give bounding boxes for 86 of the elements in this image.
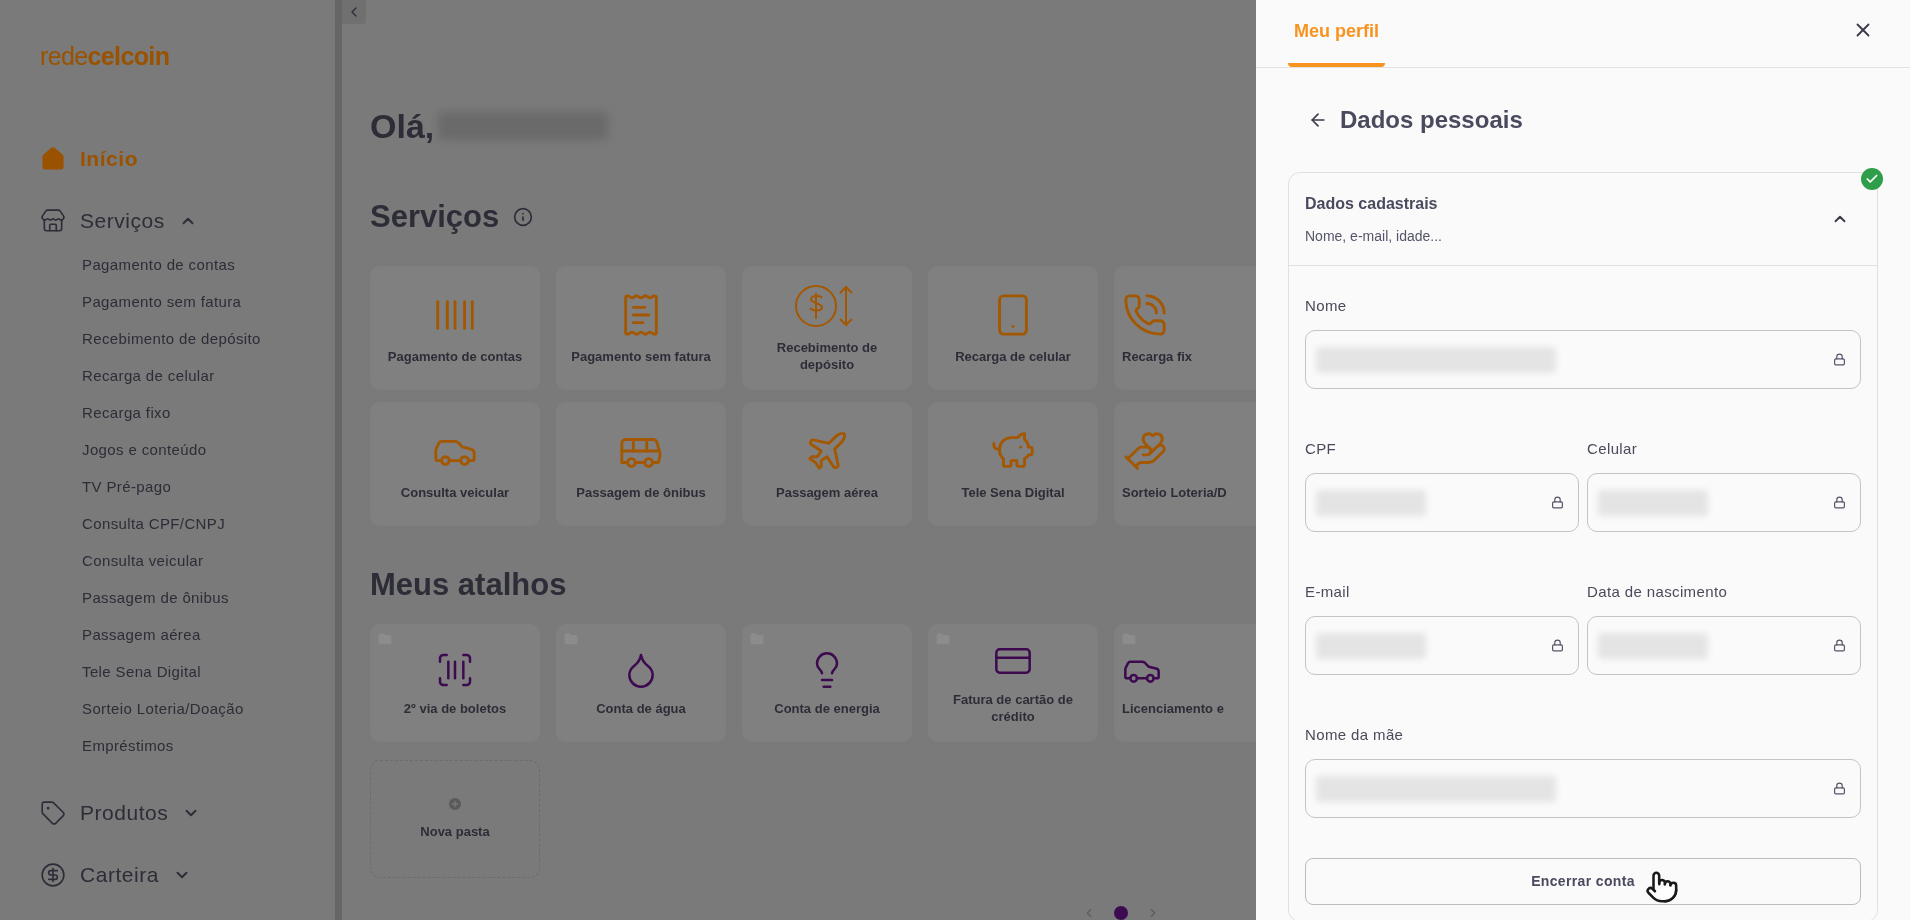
input-field[interactable] xyxy=(1305,759,1861,818)
service-label: Consulta veicular xyxy=(399,483,511,501)
service-label: Recarga de celular xyxy=(954,347,1072,365)
service-card[interactable]: Consulta veicular xyxy=(370,402,540,526)
nav-item[interactable]: Produtos xyxy=(40,793,335,833)
field-label: CPF xyxy=(1305,439,1338,459)
input-field[interactable] xyxy=(1587,616,1861,675)
section-header[interactable]: Dados cadastrais Nome, e-mail, idade... xyxy=(1289,173,1877,266)
shortcut-label: Fatura de cartão de crédito xyxy=(952,691,1074,725)
plus-icon xyxy=(447,796,463,813)
submenu-item[interactable]: Consulta veicular xyxy=(82,543,335,580)
section-title: Serviços xyxy=(370,197,500,236)
lock-icon xyxy=(1551,639,1564,652)
service-label: Passagem de ônibus xyxy=(575,483,707,501)
service-card[interactable]: Fatura de cartão de crédito xyxy=(928,624,1098,742)
field-label: Nome da mãe xyxy=(1305,725,1405,745)
service-card[interactable]: Conta de energia xyxy=(742,624,912,742)
service-card[interactable]: Conta de água xyxy=(556,624,726,742)
submenu-item[interactable]: Jogos e conteúdo xyxy=(82,432,335,469)
input-field[interactable] xyxy=(1305,473,1579,532)
field-label: E-mail xyxy=(1305,582,1351,602)
service-card[interactable]: Pagamento de contas xyxy=(370,266,540,390)
dollar-coin-icon xyxy=(40,862,66,888)
submenu-item[interactable]: Tele Sena Digital xyxy=(82,654,335,691)
submenu-item[interactable]: Recebimento de depósito xyxy=(82,321,335,358)
greeting: Olá, xyxy=(370,105,435,147)
shortcut-label: Licenciamento e xyxy=(1122,699,1224,717)
service-label: Pagamento sem fatura xyxy=(571,347,711,365)
field-label: Celular xyxy=(1587,439,1639,459)
new-folder-label: Nova pasta xyxy=(420,823,490,842)
input-field[interactable] xyxy=(1305,616,1579,675)
service-card[interactable]: Sorteio Loteria/D xyxy=(1114,402,1256,526)
nav-item[interactable]: Serviços xyxy=(40,201,335,241)
submenu-item[interactable]: Passagem aérea xyxy=(82,617,335,654)
tag-icon xyxy=(40,800,66,826)
phone-icon xyxy=(1122,291,1168,338)
submenu-item[interactable]: Recarga de celular xyxy=(82,358,335,395)
service-label: Pagamento de contas xyxy=(386,347,524,365)
logo: redecelcoin xyxy=(40,44,171,69)
nav-item[interactable]: Carteira xyxy=(40,855,335,895)
field-label: Nome xyxy=(1305,296,1348,316)
lock-icon xyxy=(1833,639,1846,652)
shortcut-label: Conta de água xyxy=(595,699,687,717)
input-field[interactable] xyxy=(1587,473,1861,532)
service-card[interactable]: Passagem aérea xyxy=(742,402,912,526)
info-icon xyxy=(513,207,534,227)
submenu-item[interactable]: Consulta CPF/CNPJ xyxy=(82,506,335,543)
lock-icon xyxy=(1833,782,1846,795)
service-card[interactable]: Recarga fix xyxy=(1114,266,1256,390)
service-card[interactable]: Tele Sena Digital xyxy=(928,402,1098,526)
hand-cursor-icon xyxy=(1645,870,1679,904)
home-icon xyxy=(40,146,66,172)
service-card[interactable]: Nova pasta xyxy=(370,760,540,878)
shortcut-label: Conta de energia xyxy=(773,699,881,717)
section-title: Meus atalhos xyxy=(370,565,567,604)
submenu-item[interactable]: Empréstimos xyxy=(82,728,335,765)
collapse-button[interactable] xyxy=(342,0,366,24)
submenu-item[interactable]: Recarga fixo xyxy=(82,395,335,432)
service-label: Tele Sena Digital xyxy=(960,483,1066,501)
tab[interactable]: Meu perfil xyxy=(1288,0,1385,67)
submenu-item[interactable]: Passagem de ônibus xyxy=(82,580,335,617)
section-title: Dados cadastrais xyxy=(1305,193,1439,214)
submenu-item[interactable]: TV Pré-pago xyxy=(82,469,335,506)
service-label: Sorteio Loteria/D xyxy=(1122,483,1227,501)
page-title: Dados pessoais xyxy=(1340,105,1523,135)
section-subtitle: Nome, e-mail, idade... xyxy=(1305,226,1443,246)
submenu-item[interactable]: Pagamento sem fatura xyxy=(82,284,335,321)
service-card[interactable]: Recarga de celular xyxy=(928,266,1098,390)
field-label: Data de nascimento xyxy=(1587,582,1729,602)
service-card[interactable]: Recebimento de depósito xyxy=(742,266,912,390)
submenu-item[interactable]: Sorteio Loteria/Doação xyxy=(82,691,335,728)
service-label: Passagem aérea xyxy=(775,483,879,501)
close-account-button[interactable]: Encerrar conta xyxy=(1305,858,1861,905)
service-card[interactable]: Licenciamento e xyxy=(1114,624,1256,742)
lock-icon xyxy=(1551,496,1564,509)
service-card[interactable]: Passagem de ônibus xyxy=(556,402,726,526)
store-icon xyxy=(40,208,66,234)
service-label: Recarga fix xyxy=(1122,347,1193,365)
service-card[interactable]: Pagamento sem fatura xyxy=(556,266,726,390)
submenu-item[interactable]: Pagamento de contas xyxy=(82,247,335,284)
lock-icon xyxy=(1833,496,1846,509)
service-card[interactable]: 2º via de boletos xyxy=(370,624,540,742)
lock-icon xyxy=(1833,353,1846,366)
input-field[interactable] xyxy=(1305,330,1861,389)
shortcut-label: 2º via de boletos xyxy=(402,699,508,717)
service-label: Recebimento de depósito xyxy=(775,339,879,373)
